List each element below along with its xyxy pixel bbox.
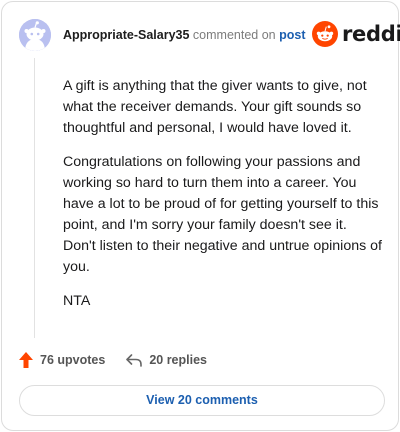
username[interactable]: Appropriate-Salary35 xyxy=(63,28,189,42)
snoo-avatar-icon xyxy=(19,19,51,51)
view-comments-button[interactable]: View 20 comments xyxy=(19,385,385,416)
comment-header: Appropriate-Salary35 commented on post xyxy=(63,26,305,44)
action-bar: 76 upvotes 20 replies xyxy=(18,350,207,370)
reddit-logo[interactable]: reddit xyxy=(312,21,400,47)
upvote-button[interactable]: 76 upvotes xyxy=(18,351,105,369)
reddit-logo-icon xyxy=(312,21,338,47)
comment-body: A gift is anything that the giver wants … xyxy=(63,76,383,325)
comment-paragraph: Congratulations on following your passio… xyxy=(63,154,382,275)
reddit-wordmark: reddit xyxy=(342,22,400,46)
upvote-count: 76 upvotes xyxy=(40,353,106,367)
avatar[interactable] xyxy=(19,19,51,51)
upvote-arrow-icon xyxy=(19,352,33,368)
reply-button[interactable]: 20 replies xyxy=(125,352,207,368)
reply-count: 20 replies xyxy=(149,353,207,367)
action-text: commented on xyxy=(192,28,276,42)
reply-arrow-icon xyxy=(126,354,143,367)
comment-paragraph: A gift is anything that the giver wants … xyxy=(63,78,367,136)
comment-paragraph: NTA xyxy=(63,293,91,309)
comment-card: Appropriate-Salary35 commented on post r… xyxy=(1,1,400,431)
post-link[interactable]: post xyxy=(279,28,305,42)
thread-line xyxy=(34,58,35,338)
